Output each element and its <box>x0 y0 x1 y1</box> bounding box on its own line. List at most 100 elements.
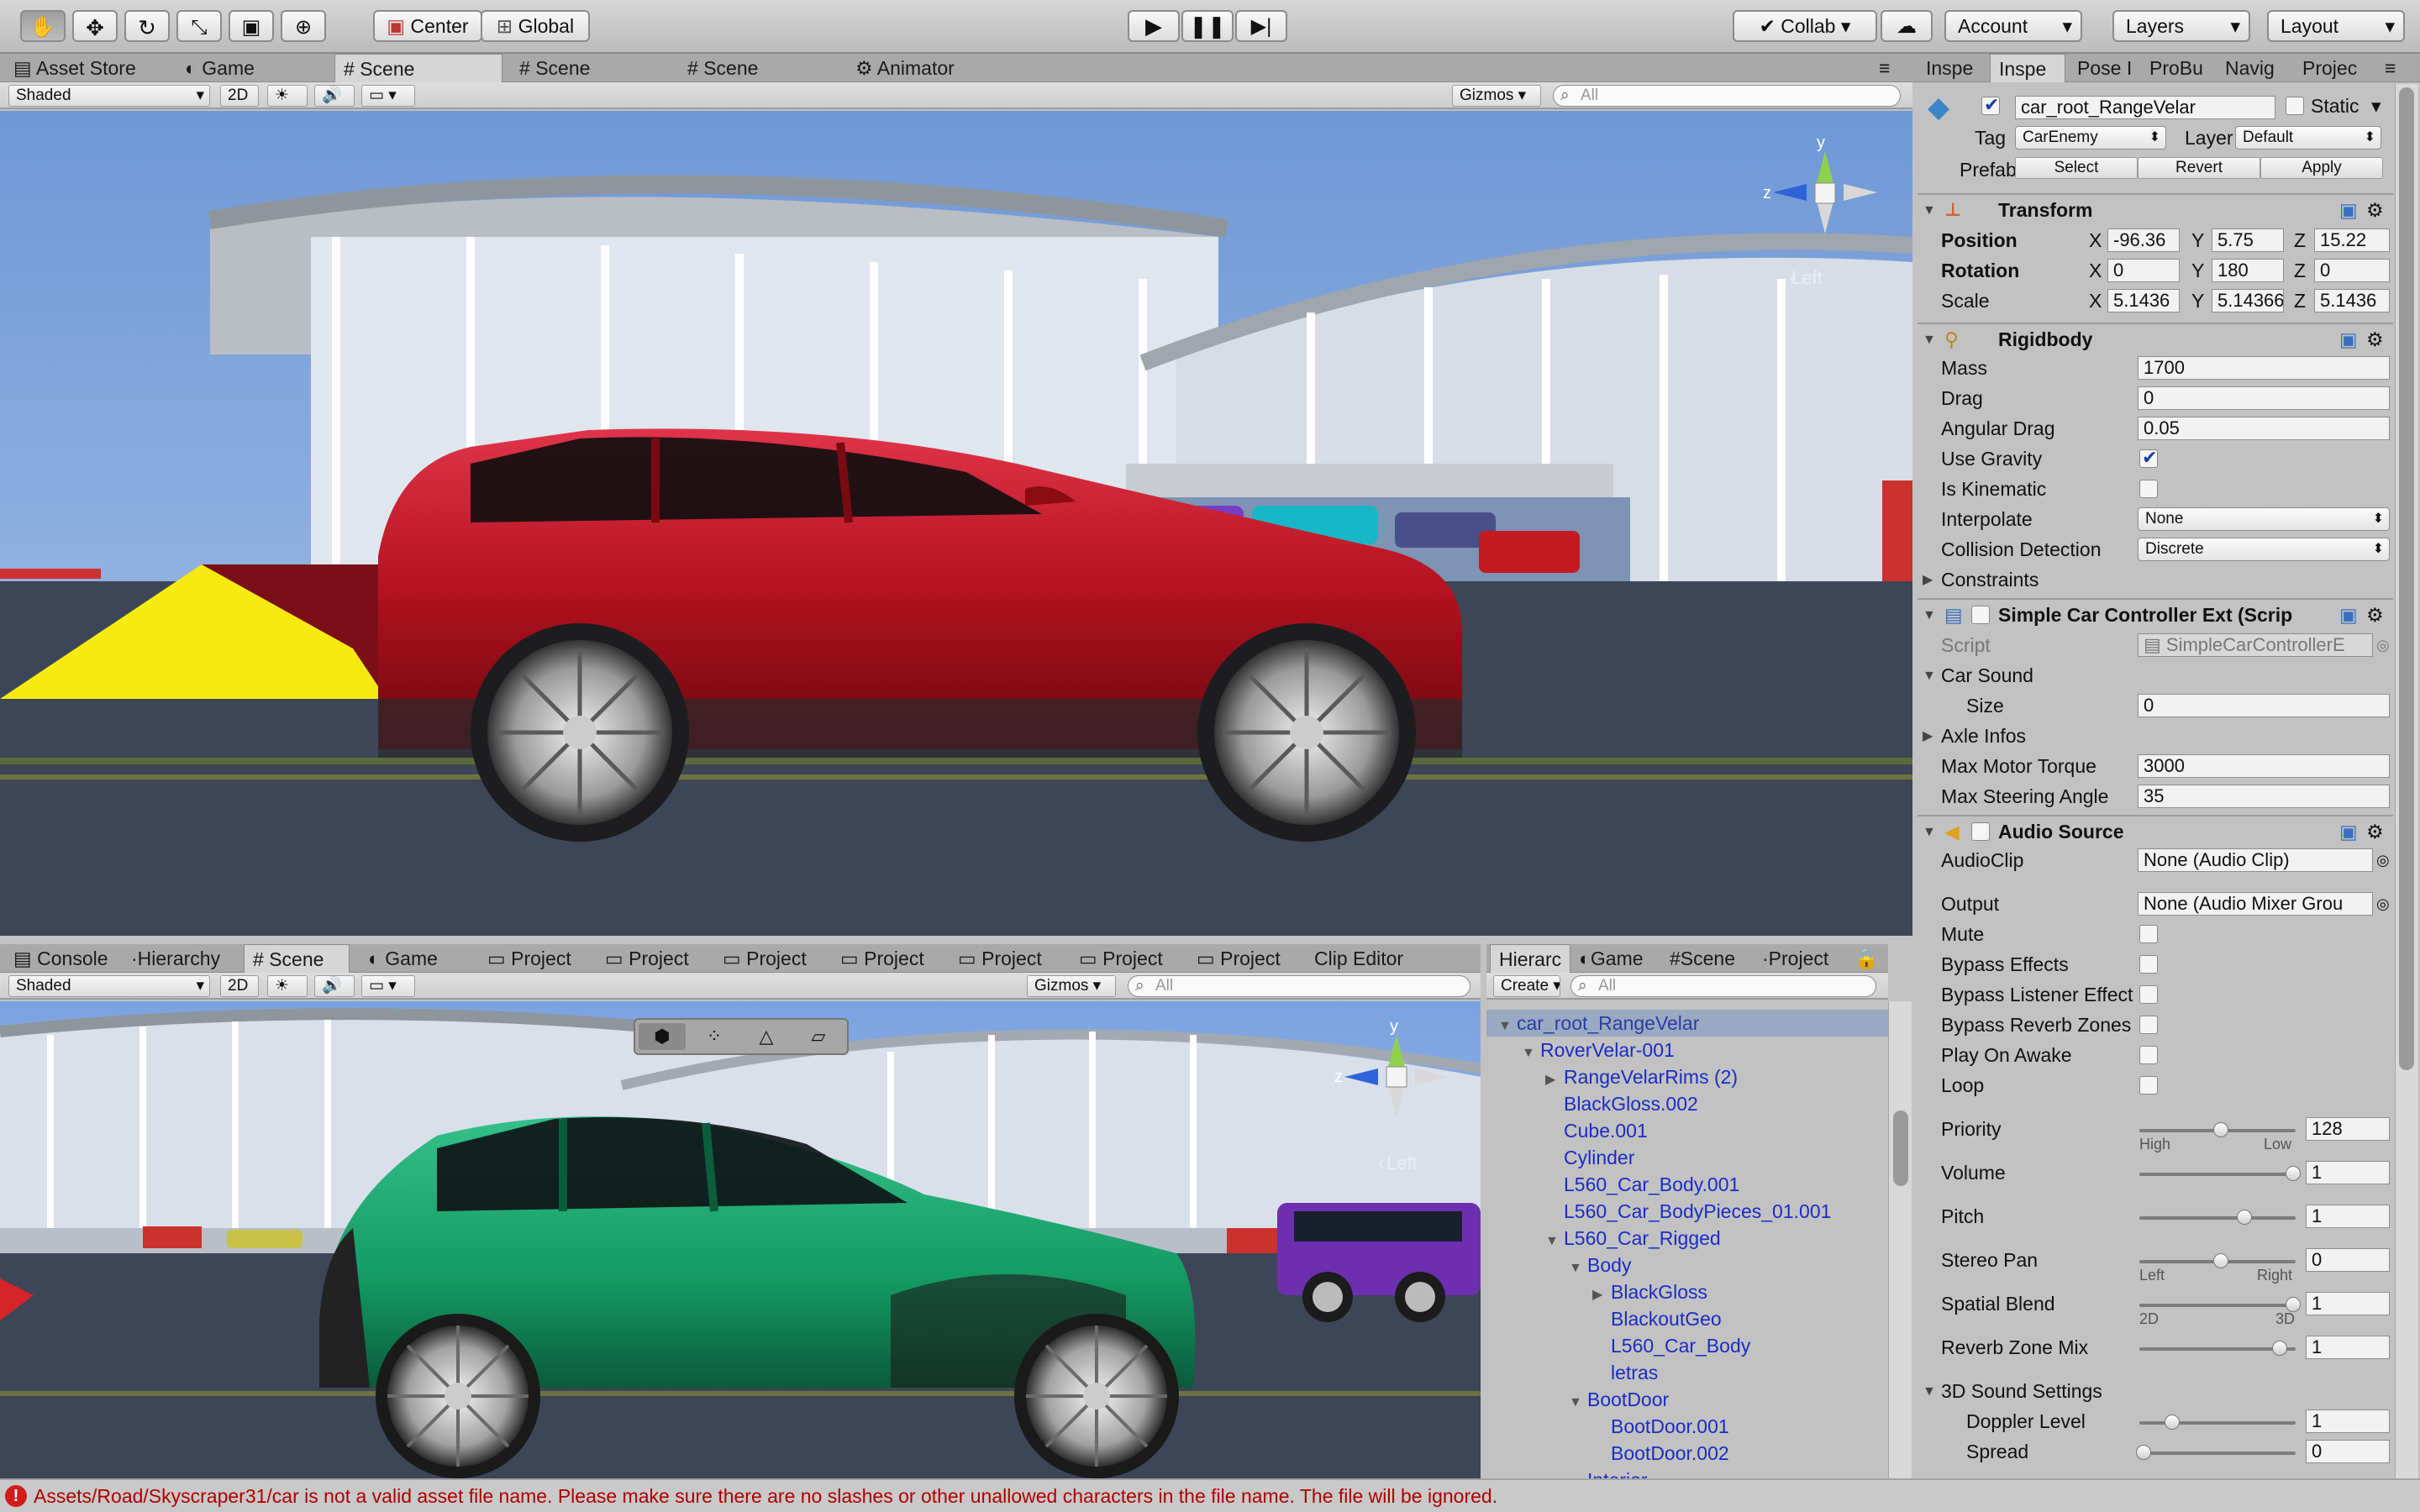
hand-tool-button[interactable]: ✋ <box>20 10 66 42</box>
audioclip-field[interactable]: None (Audio Clip) <box>2138 848 2373 872</box>
tab-clip-editor[interactable]: Clip Editor <box>1306 944 1457 973</box>
spread-slider[interactable] <box>2136 1445 2296 1460</box>
fold-open-icon[interactable]: ▼ <box>1569 1255 1587 1282</box>
play-button[interactable]: ▶ <box>1128 10 1180 42</box>
help-icon[interactable]: ▣ <box>2339 816 2358 847</box>
spread-slider-knob[interactable] <box>2136 1445 2151 1460</box>
script-field[interactable]: ▤ SimpleCarControllerE <box>2138 633 2373 657</box>
hierarchy-item[interactable]: ▼ BootDoor <box>1569 1386 1669 1413</box>
tab-project-3[interactable]: ▭ Project <box>714 944 832 973</box>
help-icon[interactable]: ▣ <box>2339 600 2358 630</box>
stereo-pan-slider[interactable] <box>2139 1253 2296 1268</box>
cloud-button[interactable]: ☁ <box>1881 10 1933 42</box>
tab-inspector-2[interactable]: Inspe <box>1990 54 2065 82</box>
use-gravity-checkbox[interactable] <box>2139 443 2158 473</box>
hierarchy-create-dropdown[interactable]: Create ▾ <box>1493 975 1560 997</box>
gear-icon[interactable]: ⚙ <box>2366 600 2384 630</box>
audio-toggle-bottom[interactable]: 🔊 <box>314 975 355 997</box>
shading-dropdown[interactable]: Shaded ▾ <box>8 85 210 107</box>
inspector-menu-icon[interactable]: ≡ <box>2385 54 2418 82</box>
controller-header[interactable]: ▼ ▤ Simple Car Controller Ext (Scrip ▣ ⚙ <box>1918 598 2393 630</box>
is-kinematic-checkbox[interactable] <box>2139 480 2158 498</box>
fold-open-icon[interactable]: ▼ <box>1522 1040 1540 1067</box>
tab-probuilder[interactable]: ProBu <box>2141 54 2217 82</box>
audio-enabled-checkbox[interactable] <box>1971 822 1990 841</box>
hierarchy-scrollbar[interactable] <box>1888 1001 1912 1478</box>
priority-field[interactable]: 128 <box>2306 1117 2390 1141</box>
scale-tool-button[interactable]: ⤡ <box>176 10 222 42</box>
status-bar[interactable]: ! Assets/Road/Skyscraper31/car is not a … <box>0 1478 2420 1512</box>
hierarchy-scrollbar-thumb[interactable] <box>1893 1110 1908 1186</box>
effects-dropdown-bottom[interactable]: ▭ ▾ <box>361 975 415 997</box>
gear-icon[interactable]: ⚙ <box>2366 195 2384 225</box>
2d-toggle-bottom[interactable]: 2D <box>220 975 259 997</box>
tab-project-small[interactable]: ·Project <box>1754 944 1854 973</box>
bypass-reverb-checkbox[interactable] <box>2139 1016 2158 1034</box>
layer-dropdown[interactable]: Default <box>2235 126 2381 150</box>
collision-dropdown[interactable]: Discrete <box>2138 538 2390 561</box>
hierarchy-item[interactable]: L560_Car_BodyPieces_01.001 <box>1545 1198 1831 1225</box>
scale-x-field[interactable]: 5.1436 <box>2107 289 2180 312</box>
hierarchy-item[interactable]: ▶ RangeVelarRims (2) <box>1545 1063 1738 1090</box>
tab-project[interactable]: Projec <box>2294 54 2370 82</box>
tab-asset-store[interactable]: ▤ Asset Store <box>5 54 182 82</box>
doppler-field[interactable]: 1 <box>2306 1410 2390 1433</box>
object-picker-icon[interactable]: ◎ <box>2376 845 2390 875</box>
scene-search-input[interactable]: ⌕ All <box>1553 85 1901 107</box>
scale-y-field[interactable]: 5.14366 <box>2212 289 2284 312</box>
tab-project-1[interactable]: ▭ Project <box>479 944 597 973</box>
tab-animator[interactable]: ⚙ Animator <box>847 54 1032 82</box>
hierarchy-item[interactable]: ▼ L560_Car_Rigged <box>1545 1225 1721 1252</box>
priority-slider[interactable] <box>2139 1122 2296 1137</box>
audio-toggle[interactable]: 🔊 <box>314 85 355 107</box>
lighting-toggle-bottom[interactable]: ☀ <box>267 975 308 997</box>
play-on-awake-checkbox[interactable] <box>2139 1046 2158 1064</box>
object-mode-button[interactable]: ⬢ <box>639 1023 686 1050</box>
prefab-revert-button[interactable]: Revert <box>2138 157 2260 179</box>
hierarchy-item-selected[interactable]: ▼ car_root_RangeVelar <box>1486 1010 1888 1037</box>
tab-game-small[interactable]: ◐Game <box>1570 944 1661 973</box>
tab-project-7[interactable]: ▭ Project <box>1188 944 1306 973</box>
rotation-z-field[interactable]: 0 <box>2314 259 2390 282</box>
edge-mode-button[interactable]: △ <box>743 1023 790 1050</box>
transform-tool-button[interactable]: ⊕ <box>281 10 326 42</box>
hierarchy-item[interactable]: BlackoutGeo <box>1592 1305 1722 1332</box>
rotation-y-field[interactable]: 180 <box>2212 259 2284 282</box>
rigidbody-header[interactable]: ▼ ⚲ Rigidbody ▣ ⚙ <box>1918 323 2393 354</box>
2d-toggle[interactable]: 2D <box>220 85 259 107</box>
hierarchy-item[interactable]: L560_Car_Body <box>1592 1332 1750 1359</box>
reverb-mix-slider-knob[interactable] <box>2272 1341 2287 1356</box>
mass-field[interactable]: 1700 <box>2138 356 2390 380</box>
volume-field[interactable]: 1 <box>2306 1161 2390 1184</box>
tag-dropdown[interactable]: CarEnemy <box>2015 126 2166 150</box>
rect-tool-button[interactable]: ▣ <box>229 10 274 42</box>
gizmos-dropdown-bottom[interactable]: Gizmos ▾ <box>1027 975 1116 997</box>
hierarchy-item[interactable]: BootDoor.001 <box>1592 1413 1729 1440</box>
object-active-checkbox[interactable] <box>1981 90 2000 120</box>
effects-dropdown[interactable]: ▭ ▾ <box>361 85 415 107</box>
pitch-slider[interactable] <box>2139 1210 2296 1225</box>
hierarchy-item[interactable]: L560_Car_Body.001 <box>1545 1171 1739 1198</box>
spatial-blend-slider[interactable] <box>2139 1297 2301 1312</box>
tab-scene-bottom-active[interactable]: # Scene <box>244 944 350 973</box>
tab-project-5[interactable]: ▭ Project <box>950 944 1071 973</box>
hierarchy-search-input[interactable]: ⌕ All <box>1570 975 1876 997</box>
stereo-pan-field[interactable]: 0 <box>2306 1248 2390 1272</box>
reverb-mix-slider[interactable] <box>2139 1341 2296 1356</box>
help-icon[interactable]: ▣ <box>2339 324 2358 354</box>
layers-dropdown[interactable]: Layers ▾ <box>2112 10 2250 42</box>
object-name-field[interactable]: car_root_RangeVelar <box>2015 96 2275 119</box>
account-dropdown[interactable]: Account ▾ <box>1944 10 2082 42</box>
torque-field[interactable]: 3000 <box>2138 754 2390 778</box>
controller-enabled-checkbox[interactable] <box>1971 606 1990 624</box>
size-field[interactable]: 0 <box>2138 694 2390 717</box>
audio-header[interactable]: ▼ ◀ Audio Source ▣ ⚙ <box>1918 815 2393 847</box>
hierarchy-item[interactable]: BlackGloss.002 <box>1545 1090 1698 1117</box>
rotate-tool-button[interactable]: ↻ <box>124 10 170 42</box>
fold-open-icon[interactable]: ▼ <box>1498 1013 1517 1040</box>
mute-checkbox[interactable] <box>2139 925 2158 943</box>
tab-console[interactable]: ▤ Console <box>5 944 123 973</box>
hierarchy-item[interactable]: Cylinder <box>1545 1144 1634 1171</box>
steering-field[interactable]: 35 <box>2138 785 2390 808</box>
tab-pose[interactable]: Pose I <box>2069 54 2144 82</box>
